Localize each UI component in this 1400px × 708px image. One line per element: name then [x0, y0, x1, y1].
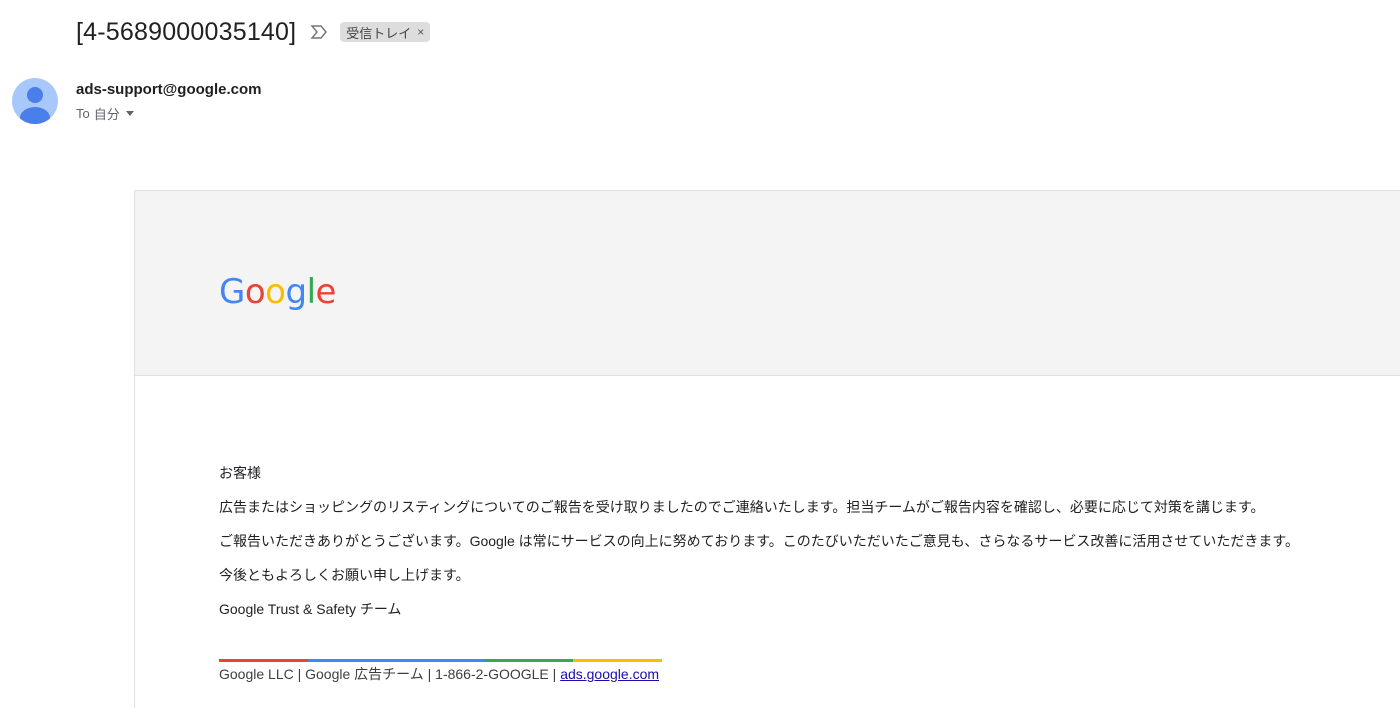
stripe-green	[484, 659, 574, 662]
stripe-blue	[307, 659, 397, 662]
greeting: お客様	[219, 465, 261, 481]
email-view: [4-5689000035140] 受信トレイ × ads-support@go…	[0, 0, 1400, 708]
recipient-details-toggle[interactable]: To 自分	[76, 104, 134, 123]
stripe-yellow	[573, 659, 662, 662]
subject-row: [4-5689000035140] 受信トレイ ×	[76, 14, 431, 50]
footer-color-stripe	[219, 659, 662, 662]
email-body-text: お客様 広告またはショッピングのリスティングについてのご報告を受け取りましたので…	[219, 461, 1389, 631]
label-chip-text: 受信トレイ	[346, 25, 412, 41]
logo-letter: G	[219, 272, 245, 312]
email-banner: Google	[135, 191, 1400, 376]
logo-letter: o	[265, 272, 286, 312]
logo-letter: l	[306, 272, 316, 312]
email-footer: Google LLC | Google 広告チーム | 1-866-2-GOOG…	[219, 664, 659, 684]
google-logo: Google	[219, 275, 336, 309]
label-chip-inbox[interactable]: 受信トレイ ×	[340, 22, 431, 42]
stripe-blue-2	[396, 659, 485, 662]
sender-email[interactable]: ads-support@google.com	[76, 81, 261, 98]
chevron-down-icon[interactable]	[125, 111, 134, 116]
recipient-name: 自分	[93, 107, 120, 122]
logo-letter: g	[285, 272, 307, 312]
body-paragraph-2: ご報告いただきありがとうございます。Google は常にサービスの向上に努めてお…	[219, 533, 1299, 549]
footer-link[interactable]: ads.google.com	[560, 666, 659, 682]
stripe-red	[219, 659, 308, 662]
logo-letter: e	[315, 272, 337, 312]
body-paragraph-1: 広告またはショッピングのリスティングについてのご報告を受け取りましたのでご連絡い…	[219, 499, 1265, 515]
email-body-card: Google お客様 広告またはショッピングのリスティングについてのご報告を受け…	[134, 190, 1400, 708]
footer-text: Google LLC | Google 広告チーム | 1-866-2-GOOG…	[219, 666, 561, 682]
logo-letter: o	[244, 272, 266, 312]
email-subject: [4-5689000035140]	[76, 17, 297, 46]
signature: Google Trust & Safety チーム	[219, 601, 402, 617]
sender-avatar-icon	[12, 78, 58, 124]
importance-marker-icon[interactable]	[310, 23, 328, 41]
label-remove-icon[interactable]: ×	[417, 25, 424, 39]
recipient-prefix: To	[76, 106, 90, 121]
closing-line: 今後ともよろしくお願い申し上げます。	[219, 567, 470, 583]
